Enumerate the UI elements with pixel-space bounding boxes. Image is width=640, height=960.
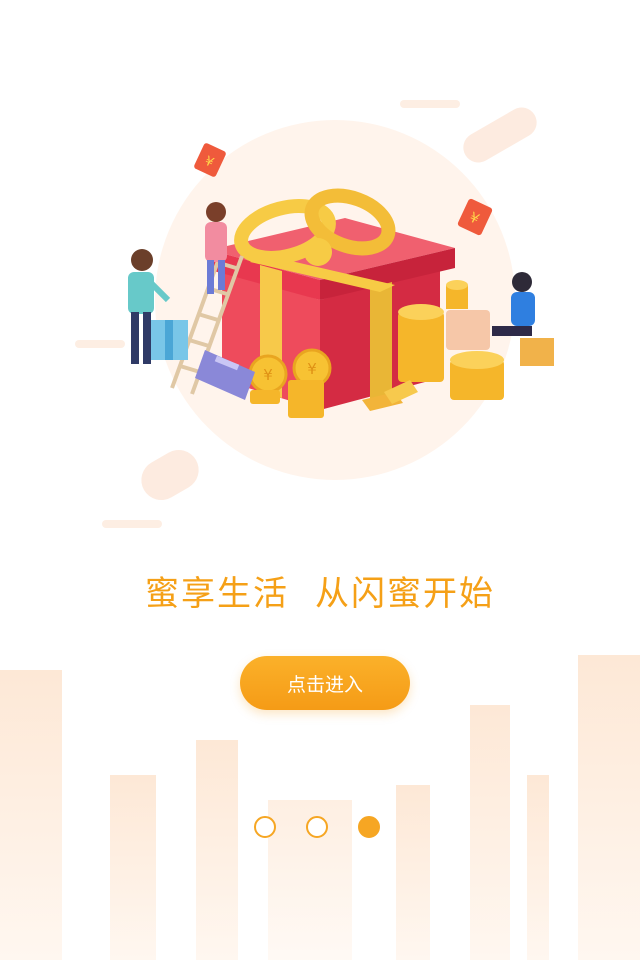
svg-text:¥: ¥ — [307, 360, 317, 378]
svg-text:¥: ¥ — [263, 366, 273, 384]
page-dot-1[interactable] — [254, 816, 276, 838]
coin-stack-icon — [446, 280, 468, 309]
safe-box-icon — [446, 310, 490, 350]
page-dot-3-active[interactable] — [358, 816, 380, 838]
tagline-part2: 从闪蜜开始 — [315, 574, 495, 614]
coin-icon: ¥ — [248, 354, 288, 394]
coin-stack-icon — [288, 380, 324, 418]
page-indicator — [254, 816, 384, 842]
package-icon — [520, 338, 554, 366]
tagline-part1: 蜜享生活 — [145, 574, 289, 614]
coin-stack-icon — [398, 304, 444, 382]
enter-button[interactable]: 点击进入 — [240, 656, 410, 710]
hero-illustration: ¥ ¥ ¥ ¥ — [75, 100, 554, 528]
tagline: 蜜享生活 从闪蜜开始 — [0, 566, 640, 615]
coin-stack-icon — [450, 351, 504, 400]
page-dot-2[interactable] — [306, 816, 328, 838]
